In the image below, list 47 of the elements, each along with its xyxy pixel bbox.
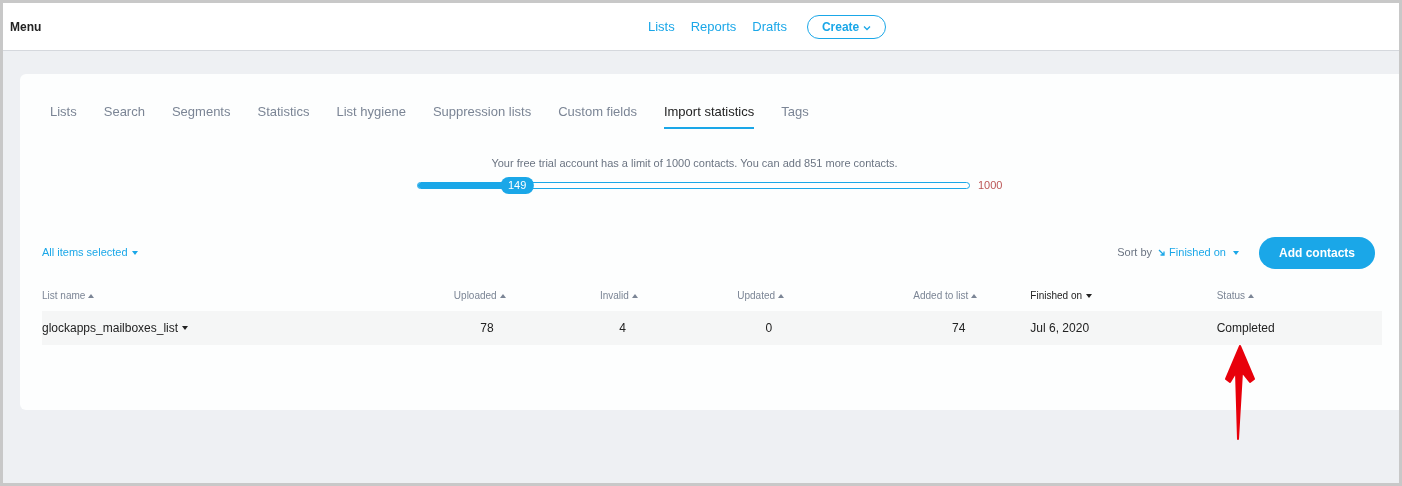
tab[interactable]: Segments <box>171 102 231 129</box>
caret-icon <box>1233 250 1239 255</box>
add-contacts-button[interactable]: Add contacts <box>1259 236 1375 269</box>
sort-icon <box>971 293 978 298</box>
table-cell: Completed <box>1216 310 1382 345</box>
slider-max: 1000 <box>978 178 1003 193</box>
slider-thumb[interactable]: 149 <box>501 176 534 194</box>
sort-icon <box>1086 293 1093 298</box>
tab[interactable]: Suppression lists <box>432 102 532 129</box>
tab[interactable]: Custom fields <box>558 102 637 129</box>
sort-arrow-icon <box>1158 248 1167 257</box>
tab[interactable]: Statistics <box>257 102 310 129</box>
tab[interactable]: Tags <box>781 102 809 129</box>
tab[interactable]: Import statistics <box>663 102 755 129</box>
chevron-icon <box>862 24 871 31</box>
sort-icon <box>499 293 506 298</box>
column-header[interactable]: Status <box>1216 287 1382 311</box>
limit-message: Your free trial account has a limit of 1000 contacts. You can add 851 more contacts. <box>490 155 899 171</box>
sort-icon <box>778 293 785 298</box>
tab[interactable]: Search <box>103 102 145 129</box>
tab[interactable]: List hygiene <box>336 102 406 129</box>
table-cell: Jul 6, 2020 <box>977 310 1217 345</box>
column-header[interactable]: Invalid <box>505 287 638 311</box>
nav-link[interactable]: Reports <box>690 17 737 37</box>
column-header[interactable]: Updated <box>637 287 785 311</box>
sort-dropdown[interactable]: Finished on <box>1158 244 1239 261</box>
sort-icon <box>631 293 638 298</box>
sort-label: Sort by <box>1117 245 1153 261</box>
nav-link[interactable]: Drafts <box>752 17 787 37</box>
sort-icon <box>88 293 95 298</box>
sort-icon <box>1248 293 1255 298</box>
column-header[interactable]: Added to list <box>784 287 978 311</box>
table-cell: 4 <box>505 310 638 345</box>
column-header[interactable]: Uploaded <box>250 287 506 311</box>
nav-link[interactable]: Lists <box>648 17 675 37</box>
create-button[interactable]: Create <box>806 15 886 39</box>
selection-dropdown[interactable]: All items selected <box>42 244 138 261</box>
table-cell: 78 <box>250 310 506 345</box>
caret-icon <box>131 251 138 256</box>
caret-icon <box>182 326 189 331</box>
table-cell: 74 <box>784 310 978 345</box>
column-header[interactable]: List name <box>42 287 251 311</box>
tab[interactable]: Lists <box>50 102 77 129</box>
table-cell[interactable]: glockapps_mailboxes_list <box>42 310 251 345</box>
table-cell: 0 <box>637 310 785 345</box>
menu-title: Menu <box>10 18 42 36</box>
column-header[interactable]: Finished on <box>977 287 1217 311</box>
